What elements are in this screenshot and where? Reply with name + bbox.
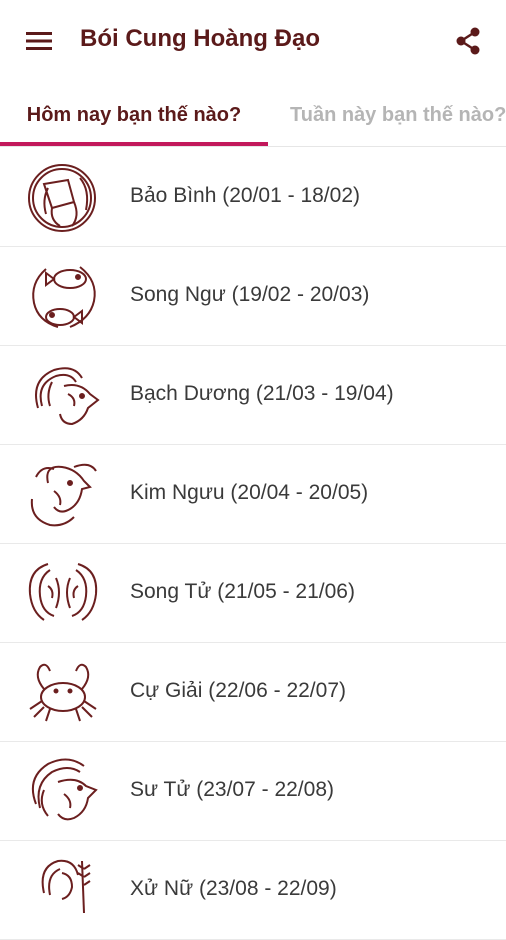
share-icon — [456, 27, 480, 55]
pisces-icon — [24, 259, 102, 335]
cancer-icon — [24, 655, 102, 731]
share-button[interactable] — [452, 25, 484, 57]
tab-this-week[interactable]: Tuần này bạn thế nào? — [290, 84, 506, 146]
zodiac-label: Bảo Bình (20/01 - 18/02) — [130, 184, 360, 207]
list-item-cancer[interactable]: Cự Giải (22/06 - 22/07) — [0, 643, 506, 742]
tab-selected-indicator — [0, 142, 268, 146]
list-item-taurus[interactable]: Kim Ngưu (20/04 - 20/05) — [0, 445, 506, 544]
zodiac-label: Xử Nữ (23/08 - 22/09) — [130, 877, 337, 900]
zodiac-label: Cự Giải (22/06 - 22/07) — [130, 679, 346, 702]
list-item-pisces[interactable]: Song Ngư (19/02 - 20/03) — [0, 247, 506, 346]
list-item-aries[interactable]: Bạch Dương (21/03 - 19/04) — [0, 346, 506, 445]
zodiac-label: Bạch Dương (21/03 - 19/04) — [130, 382, 394, 405]
list-item-virgo[interactable]: Xử Nữ (23/08 - 22/09) — [0, 841, 506, 940]
menu-button[interactable] — [24, 28, 54, 54]
aquarius-icon — [24, 160, 102, 236]
gemini-icon — [24, 556, 102, 632]
tab-bar: Hôm nay bạn thế nào? Tuần này bạn thế nà… — [0, 84, 506, 147]
tab-today[interactable]: Hôm nay bạn thế nào? — [0, 84, 268, 146]
list-item-leo[interactable]: Sư Tử (23/07 - 22/08) — [0, 742, 506, 841]
app-title: Bói Cung Hoàng Đạo — [80, 25, 320, 52]
list-item-aquarius[interactable]: Bảo Bình (20/01 - 18/02) — [0, 148, 506, 247]
zodiac-label: Sư Tử (23/07 - 22/08) — [130, 778, 334, 801]
taurus-icon — [24, 457, 102, 533]
leo-icon — [24, 754, 102, 830]
zodiac-label: Song Tử (21/05 - 21/06) — [130, 580, 355, 603]
list-item-gemini[interactable]: Song Tử (21/05 - 21/06) — [0, 544, 506, 643]
aries-icon — [24, 358, 102, 434]
zodiac-label: Kim Ngưu (20/04 - 20/05) — [130, 481, 369, 504]
zodiac-label: Song Ngư (19/02 - 20/03) — [130, 283, 370, 306]
zodiac-list: Bảo Bình (20/01 - 18/02) Song Ngư (19/02… — [0, 148, 506, 940]
hamburger-menu-icon — [26, 32, 52, 50]
app-bar: Bói Cung Hoàng Đạo — [0, 0, 506, 84]
virgo-icon — [24, 853, 102, 929]
